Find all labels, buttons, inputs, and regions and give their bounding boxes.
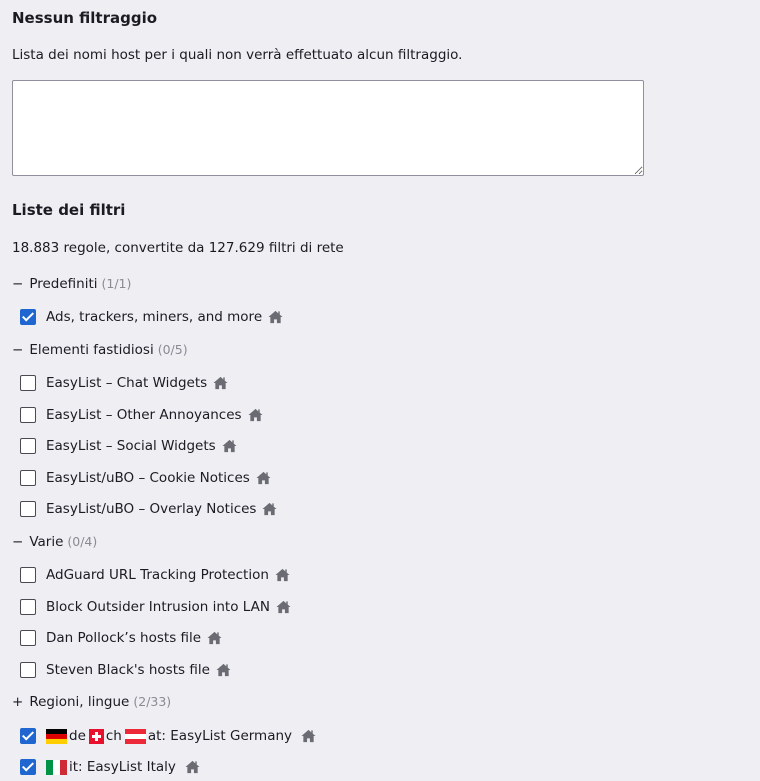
group-name: Regioni, lingue [29, 694, 130, 710]
filter-list-label: Steven Black's hosts file [46, 662, 210, 678]
home-icon[interactable] [213, 376, 228, 390]
filter-list-label: EasyList/uBO – Overlay Notices [46, 501, 257, 517]
filter-list-item: EasyList/uBO – Cookie Notices [20, 468, 271, 488]
home-icon[interactable] [301, 729, 316, 743]
home-icon[interactable] [256, 471, 271, 485]
no-filtering-hosts-textarea[interactable] [12, 80, 644, 176]
austria-flag-icon [124, 728, 146, 744]
group-count: (1/1) [101, 276, 132, 291]
filter-list-item: Dan Pollock’s hosts file [20, 628, 222, 648]
italy-flag-icon [46, 759, 67, 775]
filter-list-label: Ads, trackers, miners, and more [46, 309, 263, 325]
filter-list-label: EasyList/uBO – Cookie Notices [46, 470, 250, 486]
home-icon[interactable] [248, 408, 263, 422]
filter-checkbox[interactable] [20, 438, 36, 454]
germany-flag-icon [46, 728, 67, 744]
filter-checkbox[interactable] [20, 309, 36, 325]
filter-list-label: at: EasyList Germany [147, 728, 293, 744]
filter-checkbox[interactable] [20, 375, 36, 391]
filter-list-label: ch [105, 728, 122, 744]
group-header-predefiniti[interactable]: − Predefiniti (1/1) [12, 276, 131, 292]
group-header-varie[interactable]: − Varie (0/4) [12, 534, 97, 550]
filter-list-label: EasyList – Other Annoyances [46, 407, 242, 423]
collapse-toggle: − [12, 342, 24, 358]
filter-list-label: Dan Pollock’s hosts file [46, 630, 202, 646]
expand-toggle: + [12, 694, 24, 710]
filter-list-item: EasyList/uBO – Overlay Notices [20, 499, 277, 519]
home-icon[interactable] [276, 600, 291, 614]
filter-list-item: Block Outsider Intrusion into LAN [20, 597, 291, 617]
filter-checkbox[interactable] [20, 662, 36, 678]
home-icon[interactable] [222, 439, 237, 453]
group-name: Elementi fastidiosi [29, 342, 154, 358]
filter-list-label: EasyList – Social Widgets [46, 438, 216, 454]
filter-checkbox[interactable] [20, 567, 36, 583]
filter-list-label: de [69, 728, 86, 744]
home-icon[interactable] [262, 502, 277, 516]
filter-list-item: AdGuard URL Tracking Protection [20, 565, 290, 585]
filter-checkbox[interactable] [20, 630, 36, 646]
filter-checkbox[interactable] [20, 599, 36, 615]
filter-lists-heading: Liste dei filtri [12, 201, 126, 219]
home-icon[interactable] [216, 663, 231, 677]
filter-list-item: Ads, trackers, miners, and more [20, 307, 283, 327]
filter-checkbox[interactable] [20, 407, 36, 423]
filter-checkbox[interactable] [20, 728, 36, 744]
collapse-toggle: − [12, 534, 24, 550]
filter-list-item: EasyList – Other Annoyances [20, 405, 263, 425]
home-icon[interactable] [275, 568, 290, 582]
group-count: (2/33) [133, 694, 172, 709]
filter-checkbox[interactable] [20, 759, 36, 775]
filter-list-item: Steven Black's hosts file [20, 660, 231, 680]
filter-list-item: de ch at: EasyList Germany [20, 726, 316, 746]
group-name: Varie [29, 534, 64, 550]
filter-checkbox[interactable] [20, 470, 36, 486]
filter-list-item: it: EasyList Italy [20, 757, 200, 777]
no-filtering-heading: Nessun filtraggio [12, 9, 158, 27]
group-header-elementi-fastidiosi[interactable]: − Elementi fastidiosi (0/5) [12, 342, 188, 358]
switzerland-flag-icon [88, 728, 104, 744]
filter-list-label: AdGuard URL Tracking Protection [46, 567, 269, 583]
filter-list-item: EasyList – Chat Widgets [20, 373, 228, 393]
filter-list-label: it: EasyList Italy [69, 759, 176, 775]
filter-list-label: Block Outsider Intrusion into LAN [46, 599, 270, 615]
group-name: Predefiniti [29, 276, 98, 292]
filter-checkbox[interactable] [20, 501, 36, 517]
home-icon[interactable] [185, 760, 200, 774]
filter-list-label: EasyList – Chat Widgets [46, 375, 208, 391]
filter-lists-stats: 18.883 regole, convertite da 127.629 fil… [12, 240, 344, 256]
collapse-toggle: − [12, 276, 24, 292]
group-header-regioni-lingue[interactable]: + Regioni, lingue (2/33) [12, 694, 171, 710]
home-icon[interactable] [268, 310, 283, 324]
group-count: (0/4) [67, 534, 98, 549]
group-count: (0/5) [157, 342, 188, 357]
home-icon[interactable] [207, 631, 222, 645]
filter-list-item: EasyList – Social Widgets [20, 436, 237, 456]
no-filtering-description: Lista dei nomi host per i quali non verr… [12, 47, 463, 63]
